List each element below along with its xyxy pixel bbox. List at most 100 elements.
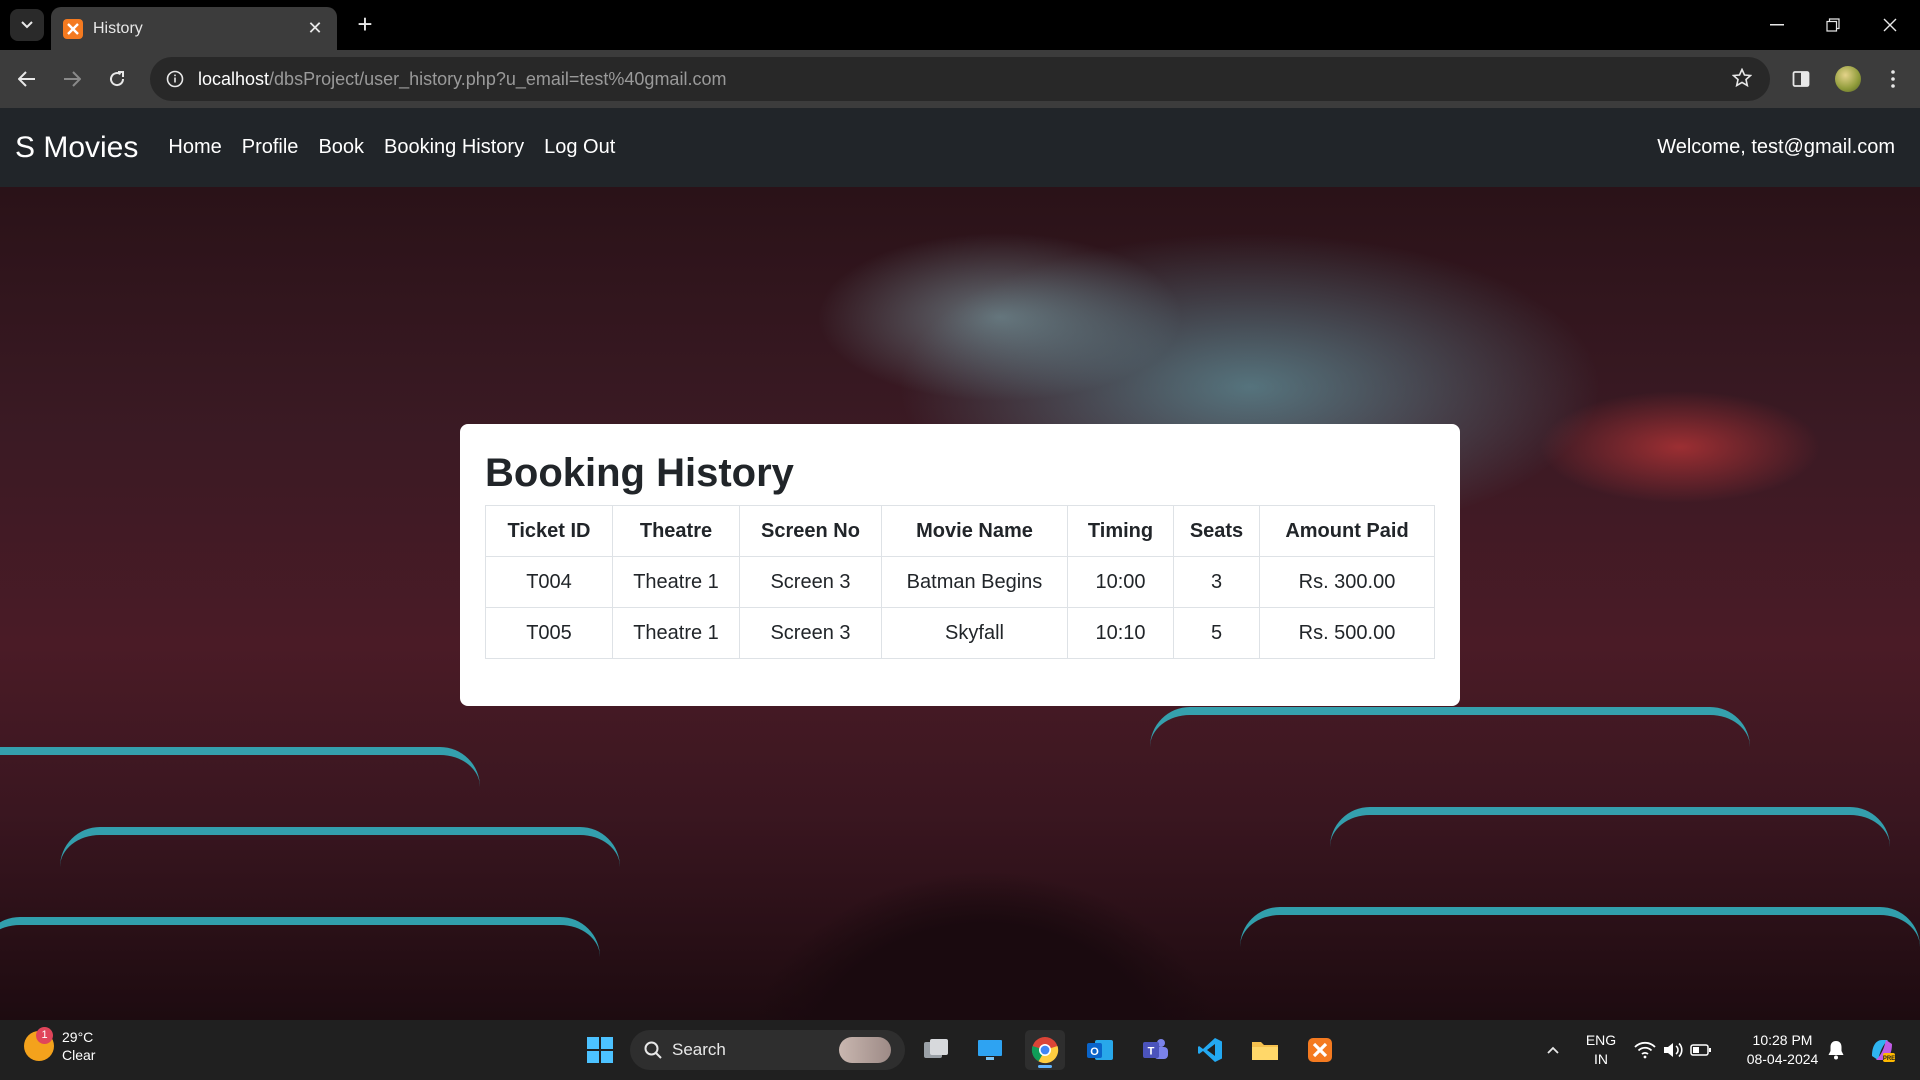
show-hidden-icons-button[interactable]	[1535, 1030, 1571, 1070]
nav-link-profile[interactable]: Profile	[242, 136, 299, 159]
nav-link-booking-history[interactable]: Booking History	[384, 136, 524, 159]
table-cell: Screen 3	[739, 607, 882, 659]
more-vertical-icon	[1891, 70, 1895, 88]
folder-icon	[1252, 1042, 1278, 1060]
taskbar-app-xampp[interactable]	[1300, 1030, 1340, 1070]
taskbar-app-chrome[interactable]	[1025, 1030, 1065, 1070]
language-code: ENG	[1585, 1032, 1617, 1048]
taskbar-app-file-explorer[interactable]	[1245, 1030, 1285, 1070]
copilot-icon: PRE	[1872, 1040, 1895, 1062]
seat-row-decoration	[0, 917, 600, 957]
copilot-button[interactable]: PRE	[1862, 1030, 1902, 1070]
seat-row-decoration	[1330, 807, 1890, 847]
bookmark-star-icon[interactable]	[1731, 67, 1753, 93]
chrome-icon	[1031, 1037, 1059, 1064]
table-cell: 3	[1173, 556, 1260, 608]
xampp-favicon-icon	[63, 18, 83, 39]
site-brand[interactable]: S Movies	[15, 131, 138, 165]
table-cell: 10:00	[1067, 556, 1174, 608]
taskbar: 1 29°C Clear Search O T ENG IN 10:28 PM …	[0, 1020, 1920, 1080]
site-navbar: S Movies Home Profile Book Booking Histo…	[0, 108, 1920, 187]
reload-icon	[110, 71, 125, 87]
taskbar-search[interactable]: Search	[630, 1030, 905, 1070]
windows-logo-icon	[587, 1037, 613, 1063]
table-cell: Batman Begins	[881, 556, 1068, 608]
clock-date: 08-04-2024	[1746, 1051, 1819, 1067]
weather-widget[interactable]: 1 29°C Clear	[24, 1027, 95, 1064]
language-indicator[interactable]: ENG IN	[1580, 1031, 1622, 1069]
restore-icon	[1826, 18, 1840, 32]
svg-text:PRE: PRE	[1883, 1056, 1895, 1062]
chevron-up-icon	[1547, 1046, 1559, 1054]
table-header-row: Ticket ID Theatre Screen No Movie Name T…	[485, 505, 1435, 557]
address-bar[interactable]: localhost/dbsProject/user_history.php?u_…	[150, 57, 1770, 101]
seat-row-decoration	[1240, 907, 1920, 947]
weather-moon-icon: 1	[24, 1027, 54, 1061]
notifications-button[interactable]	[1814, 1030, 1858, 1070]
teams-icon: T	[1143, 1039, 1168, 1059]
tab-close-icon[interactable]: ✕	[305, 18, 325, 39]
side-panel-button[interactable]	[1784, 62, 1818, 96]
site-info-icon[interactable]	[164, 68, 186, 90]
seat-row-decoration	[0, 747, 480, 787]
region-code: IN	[1594, 1051, 1608, 1067]
column-header: Seats	[1173, 505, 1260, 557]
profile-button[interactable]	[1831, 62, 1865, 96]
table-cell: T005	[485, 607, 613, 659]
battery-icon	[1690, 1044, 1711, 1056]
table-cell: Rs. 300.00	[1259, 556, 1435, 608]
back-arrow-icon	[18, 71, 35, 87]
url-host: localhost	[198, 68, 270, 89]
taskbar-app-outlook[interactable]: O	[1080, 1030, 1120, 1070]
forward-button[interactable]	[55, 62, 89, 96]
weather-condition: Clear	[62, 1047, 96, 1063]
table-row: T005 Theatre 1 Screen 3 Skyfall 10:10 5 …	[485, 607, 1435, 659]
forward-arrow-icon	[64, 71, 81, 87]
taskbar-app-vscode[interactable]	[1190, 1030, 1230, 1070]
quick-settings-button[interactable]	[1628, 1030, 1718, 1070]
task-view-icon	[924, 1039, 948, 1058]
page-title: Booking History	[485, 451, 794, 495]
browser-toolbar: localhost/dbsProject/user_history.php?u_…	[0, 50, 1920, 108]
reload-button[interactable]	[100, 62, 134, 96]
table-cell: Rs. 500.00	[1259, 607, 1435, 659]
welcome-text: Welcome, test@gmail.com	[1657, 136, 1895, 158]
table-cell: Theatre 1	[612, 607, 740, 659]
column-header: Theatre	[612, 505, 740, 557]
clock-time: 10:28 PM	[1752, 1032, 1813, 1048]
url-path: /dbsProject/user_history.php?u_email=tes…	[269, 68, 727, 89]
back-button[interactable]	[10, 62, 44, 96]
restore-button[interactable]	[1811, 10, 1855, 40]
minimize-button[interactable]	[1755, 10, 1799, 40]
table-cell: Skyfall	[881, 607, 1068, 659]
wifi-icon	[1634, 1041, 1656, 1059]
xampp-icon	[1308, 1038, 1332, 1062]
minimize-icon	[1770, 24, 1784, 26]
browser-menu-button[interactable]	[1876, 62, 1910, 96]
new-tab-button[interactable]: +	[351, 11, 379, 39]
column-header: Timing	[1067, 505, 1174, 557]
weather-text: 29°C Clear	[62, 1028, 95, 1064]
browser-tab-history[interactable]: History ✕	[51, 7, 337, 50]
vscode-icon	[1198, 1038, 1222, 1062]
table-cell: Theatre 1	[612, 556, 740, 608]
side-panel-icon	[1792, 71, 1810, 87]
taskbar-app-teams[interactable]: T	[1135, 1030, 1175, 1070]
monitor-icon	[978, 1040, 1002, 1060]
start-button[interactable]	[580, 1030, 620, 1070]
close-window-button[interactable]	[1868, 10, 1912, 40]
tab-search-button[interactable]	[10, 9, 44, 41]
nav-link-book[interactable]: Book	[318, 136, 364, 159]
task-view-button[interactable]	[916, 1030, 956, 1070]
search-label: Search	[672, 1040, 726, 1059]
seat-row-decoration	[60, 827, 620, 867]
avatar	[1835, 66, 1861, 92]
column-header: Screen No	[739, 505, 882, 557]
nav-link-home[interactable]: Home	[168, 136, 221, 159]
search-icon	[644, 1041, 662, 1059]
nav-link-logout[interactable]: Log Out	[544, 136, 615, 159]
table-cell: 10:10	[1067, 607, 1174, 659]
taskbar-app-desktop[interactable]	[970, 1030, 1010, 1070]
url-text: localhost/dbsProject/user_history.php?u_…	[198, 69, 726, 90]
table-cell: T004	[485, 556, 613, 608]
